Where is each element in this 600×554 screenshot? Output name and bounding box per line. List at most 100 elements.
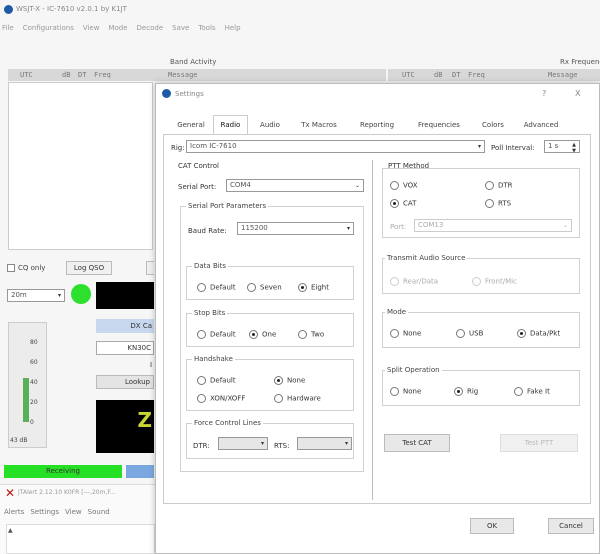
menu-help[interactable]: Help xyxy=(225,24,241,34)
menu-view[interactable]: View xyxy=(83,24,100,34)
jtalert-menu-alerts[interactable]: Alerts xyxy=(4,508,24,516)
handshake-none-radio[interactable]: None xyxy=(274,376,305,385)
baud-rate-select[interactable]: 115200 ▾ xyxy=(237,222,354,235)
help-button[interactable]: ? xyxy=(542,89,546,98)
rts-select[interactable]: ▾ xyxy=(297,437,352,450)
serial-port-select[interactable]: COM4 ⌄ xyxy=(226,179,364,192)
tx-audio-label: Transmit Audio Source xyxy=(385,254,468,262)
tab-general[interactable]: General xyxy=(170,118,212,134)
stop-bits-default-radio[interactable]: Default xyxy=(197,330,236,339)
band-activity-label: Band Activity xyxy=(170,58,217,66)
db-tick-40: 40 xyxy=(30,379,38,386)
close-icon[interactable]: X xyxy=(575,89,580,98)
frequency-display xyxy=(96,282,154,309)
chevron-down-icon: ⌄ xyxy=(354,182,360,189)
db-tick-0: 0 xyxy=(30,419,34,426)
status-led xyxy=(71,284,91,304)
cq-only-label: CQ only xyxy=(18,264,46,272)
baud-rate-value: 115200 xyxy=(241,224,268,232)
rig-select[interactable]: Icom IC-7610 ▾ xyxy=(186,140,485,153)
ptt-port-select: COM13 ⌄ xyxy=(414,219,572,232)
ptt-dtr-radio[interactable]: DTR xyxy=(485,181,513,190)
baud-rate-label: Baud Rate: xyxy=(188,227,227,235)
db-tick-80: 80 xyxy=(30,339,38,346)
split-rig-radio[interactable]: Rig xyxy=(454,387,478,396)
rx-frequency-label: Rx Frequenc xyxy=(560,58,600,66)
signal-meter-bar xyxy=(23,378,29,422)
cq-only-checkbox[interactable] xyxy=(7,264,15,272)
tab-frequencies[interactable]: Frequencies xyxy=(410,118,468,134)
jtalert-menu-sound[interactable]: Sound xyxy=(88,508,110,516)
ptt-port-value: COM13 xyxy=(418,221,444,229)
log-qso-button[interactable]: Log QSO xyxy=(66,261,112,275)
chevron-down-icon: ▾ xyxy=(477,143,481,150)
dx-call-label: DX Ca xyxy=(96,319,154,333)
clock-display: Z xyxy=(96,400,154,453)
jtalert-list xyxy=(6,524,155,554)
stop-bits-two-radio[interactable]: Two xyxy=(298,330,324,339)
ptt-cat-radio[interactable]: CAT xyxy=(390,199,416,208)
menu-tools[interactable]: Tools xyxy=(198,24,215,34)
split-fake-it-radio[interactable]: Fake It xyxy=(514,387,550,396)
col-freq: Freq xyxy=(94,71,111,79)
dx-grid-field[interactable]: KN30C xyxy=(96,341,154,355)
handshake-hardware-radio[interactable]: Hardware xyxy=(274,394,321,403)
settings-title: Settings xyxy=(175,90,204,98)
band-select[interactable]: 20m ▾ xyxy=(7,289,65,302)
col-db: dB xyxy=(62,71,71,79)
chevron-down-icon: ⌄ xyxy=(562,222,568,229)
split-label: Split Operation xyxy=(385,366,442,374)
serial-port-value: COM4 xyxy=(230,181,251,189)
stop-bits-one-radio[interactable]: One xyxy=(249,330,276,339)
tab-tx-macros[interactable]: Tx Macros xyxy=(292,118,346,134)
dtr-select[interactable]: ▾ xyxy=(218,437,268,450)
poll-interval-label: Poll Interval: xyxy=(491,144,535,152)
test-cat-button[interactable]: Test CAT xyxy=(384,434,450,452)
tx-audio-group: Transmit Audio Source xyxy=(382,254,580,294)
split-none-radio[interactable]: None xyxy=(390,387,421,396)
settings-icon xyxy=(162,89,171,98)
cancel-button[interactable]: Cancel xyxy=(548,518,594,534)
tab-reporting[interactable]: Reporting xyxy=(352,118,402,134)
mode-data-pkt-radio[interactable]: Data/Pkt xyxy=(517,329,560,338)
lookup-button[interactable]: Lookup xyxy=(96,375,154,389)
status-segment-blue xyxy=(126,465,154,478)
cat-control-label: CAT Control xyxy=(178,162,219,170)
rx-frequency-header: UTC dB DT Freq Message xyxy=(388,69,600,81)
ptt-rts-radio[interactable]: RTS xyxy=(485,199,511,208)
data-bits-seven-radio[interactable]: Seven xyxy=(247,283,282,292)
tab-advanced[interactable]: Advanced xyxy=(516,118,566,134)
clock-digit: Z xyxy=(137,408,152,432)
jtalert-menu-settings[interactable]: Settings xyxy=(30,508,59,516)
handshake-default-radio[interactable]: Default xyxy=(197,376,236,385)
serial-port-label: Serial Port: xyxy=(178,183,217,191)
handshake-xonxoff-radio[interactable]: XON/XOFF xyxy=(197,394,245,403)
db-tick-60: 60 xyxy=(30,359,38,366)
tab-audio[interactable]: Audio xyxy=(253,118,287,134)
tab-radio[interactable]: Radio xyxy=(213,115,248,134)
col-utc-2: UTC xyxy=(402,71,415,79)
tx-audio-rear-radio: Rear/Data xyxy=(390,277,438,286)
jtalert-scroll-up-icon[interactable]: ▲ xyxy=(8,527,13,534)
jtalert-menu-view[interactable]: View xyxy=(65,508,82,516)
mode-none-radio[interactable]: None xyxy=(390,329,421,338)
menu-mode[interactable]: Mode xyxy=(108,24,127,34)
handshake-label: Handshake xyxy=(192,355,235,363)
menu-save[interactable]: Save xyxy=(172,24,189,34)
data-bits-default-radio[interactable]: Default xyxy=(197,283,236,292)
menu-file[interactable]: File xyxy=(2,24,14,34)
menu-configurations[interactable]: Configurations xyxy=(23,24,74,34)
mode-usb-radio[interactable]: USB xyxy=(456,329,483,338)
tab-colors[interactable]: Colors xyxy=(476,118,510,134)
jtalert-close-icon[interactable]: ✕ xyxy=(5,486,15,500)
poll-interval-spinbox[interactable]: 1 s ▲ ▼ xyxy=(544,140,580,154)
other-button-partial[interactable] xyxy=(146,261,154,275)
ptt-vox-radio[interactable]: VOX xyxy=(390,181,418,190)
ok-button[interactable]: OK xyxy=(470,518,514,534)
col-message: Message xyxy=(168,71,198,79)
data-bits-eight-radio[interactable]: Eight xyxy=(298,283,329,292)
menu-decode[interactable]: Decode xyxy=(137,24,164,34)
signal-level-label: 43 dB xyxy=(10,437,28,444)
band-activity-list[interactable] xyxy=(8,82,153,250)
force-lines-label: Force Control Lines xyxy=(192,419,263,427)
